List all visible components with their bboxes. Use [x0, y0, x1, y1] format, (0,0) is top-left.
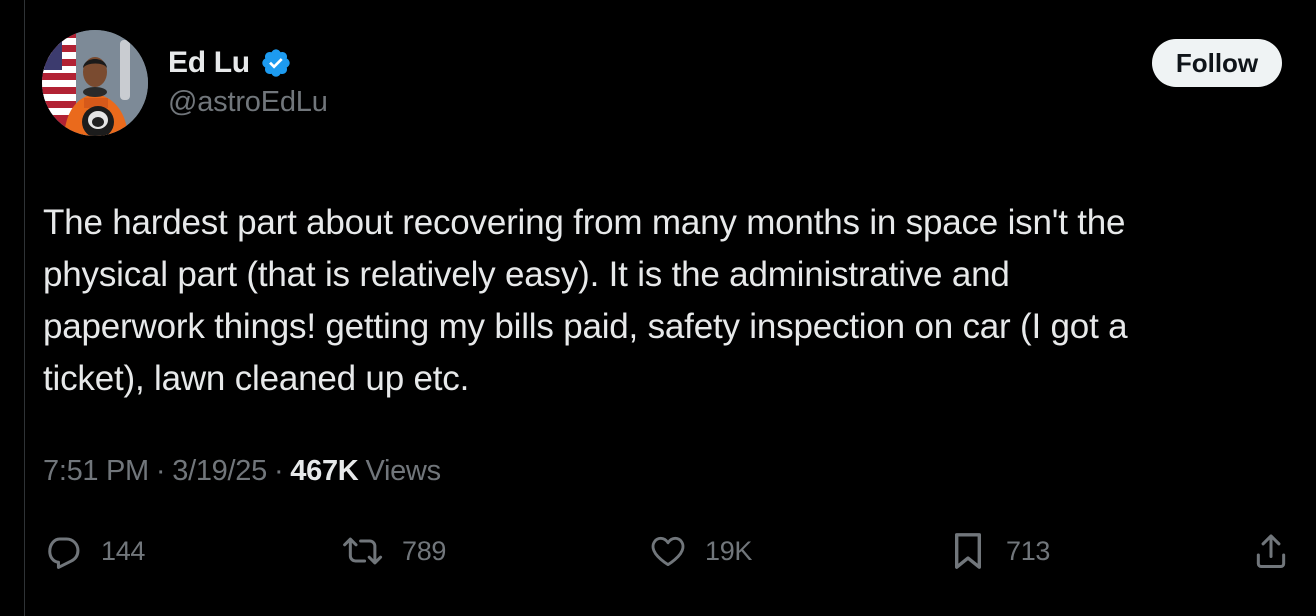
timeline-divider [24, 0, 25, 616]
meta-separator: · [273, 455, 284, 487]
verified-badge-icon[interactable] [260, 47, 292, 79]
author-display-name[interactable]: Ed Lu [168, 46, 250, 80]
reply-count: 144 [101, 535, 146, 566]
follow-button[interactable]: Follow [1152, 39, 1282, 87]
share-icon [1256, 534, 1286, 569]
repost-button[interactable]: 789 [340, 526, 446, 576]
bookmark-count: 713 [1006, 535, 1051, 566]
avatar[interactable] [42, 30, 148, 136]
bookmark-button[interactable]: 713 [950, 526, 1050, 576]
reply-icon [48, 537, 80, 569]
tweet-date[interactable]: 3/19/25 [172, 455, 267, 488]
tweet-time[interactable]: 7:51 PM [43, 455, 149, 488]
author-handle[interactable]: @astroEdLu [168, 86, 328, 119]
repost-count: 789 [402, 535, 447, 566]
meta-separator: · [155, 455, 166, 487]
tweet-meta: 7:51 PM · 3/19/25 · 467K Views [43, 455, 441, 488]
avatar-image [42, 30, 148, 136]
views-count: 467K [290, 455, 359, 487]
tweet-text: The hardest part about recovering from m… [43, 203, 1128, 398]
views-label: Views [365, 455, 441, 487]
author-name-row: Ed Lu [168, 44, 292, 82]
action-bar: 144 789 19K 713 [0, 526, 1316, 576]
bookmark-icon [954, 533, 982, 569]
heart-icon [651, 536, 685, 567]
repost-icon [343, 537, 383, 565]
like-count: 19K [705, 535, 753, 566]
reply-button[interactable]: 144 [45, 526, 145, 576]
share-button[interactable] [1252, 526, 1290, 576]
like-button[interactable]: 19K [648, 526, 752, 576]
